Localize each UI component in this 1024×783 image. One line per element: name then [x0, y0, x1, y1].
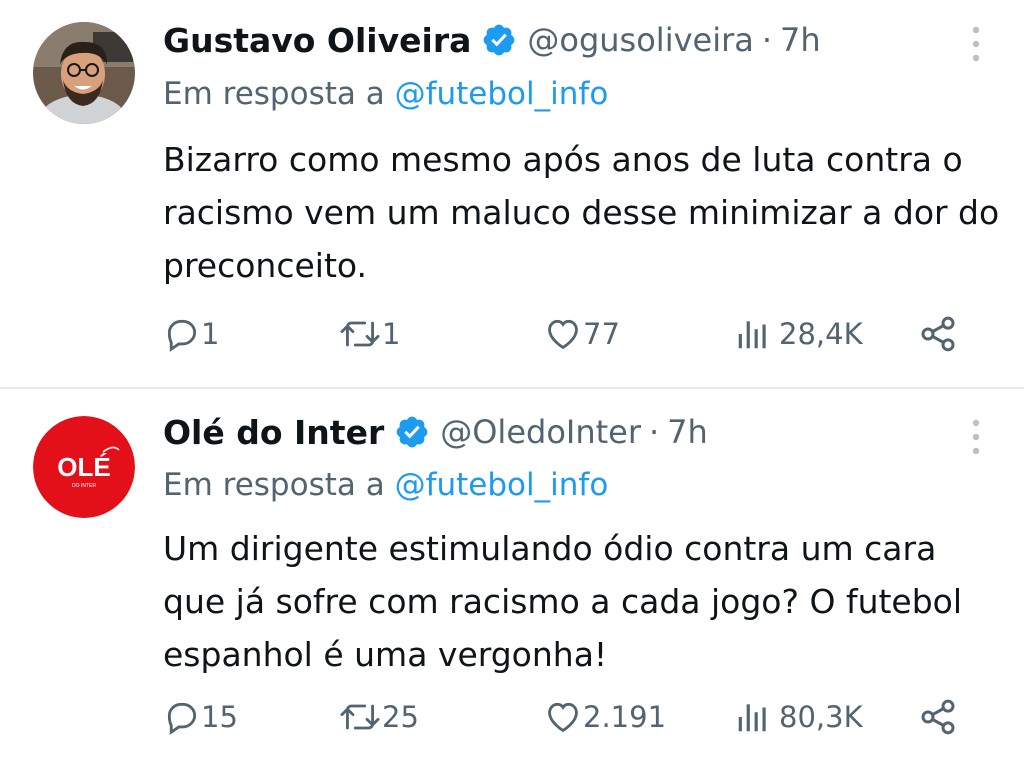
views-bar-chart-icon	[738, 321, 766, 349]
verified-badge-icon	[394, 414, 430, 450]
tweet-text: Um dirigente estimulando ódio contra um …	[163, 529, 963, 674]
ole-logo-subtext: DO INTER	[72, 483, 96, 489]
avatar[interactable]	[33, 22, 135, 124]
like-count: 77	[583, 317, 620, 351]
views-button[interactable]: 28,4K	[733, 312, 863, 356]
reply-count: 1	[201, 317, 220, 351]
share-icon	[921, 699, 955, 735]
views-count: 80,3K	[779, 700, 863, 734]
author-name[interactable]: Gustavo Oliveira	[163, 21, 471, 60]
reply-bubble-icon	[167, 319, 197, 352]
share-button[interactable]	[918, 312, 958, 356]
retweet-icon	[340, 704, 380, 730]
retweet-button[interactable]: 1	[338, 312, 400, 356]
reply-prefix: Em resposta a	[163, 76, 385, 112]
reply-context: Em resposta a @futebol_info	[163, 76, 608, 112]
tweet-1[interactable]: Gustavo Oliveira @ogusoliveira · 7h Em r…	[0, 0, 1024, 388]
ole-logo-text: OLÉ	[57, 452, 110, 482]
separator: ·	[761, 21, 773, 59]
more-vertical-icon[interactable]	[970, 24, 982, 64]
author-handle[interactable]: @ogusoliveira	[527, 21, 753, 59]
author-handle[interactable]: @OledoInter	[440, 413, 641, 451]
retweet-icon	[340, 321, 380, 347]
tweet-header: Gustavo Oliveira @ogusoliveira · 7h	[163, 18, 821, 62]
tweet-2[interactable]: OLÉ DO INTER Olé do Inter @OledoInter · …	[0, 389, 1024, 783]
reply-button[interactable]: 15	[163, 695, 238, 739]
heart-icon	[548, 319, 578, 350]
reply-mention-link[interactable]: @futebol_info	[395, 76, 609, 112]
tweet-actions: 1 1 77 28,4K	[163, 312, 963, 356]
ole-logo-icon: OLÉ DO INTER	[33, 416, 135, 518]
views-button[interactable]: 80,3K	[733, 695, 863, 739]
retweet-count: 25	[382, 700, 419, 734]
like-button[interactable]: 2.191	[543, 695, 666, 739]
reply-count: 15	[201, 700, 238, 734]
avatar[interactable]: OLÉ DO INTER	[33, 416, 135, 518]
tweet-header: Olé do Inter @OledoInter · 7h	[163, 410, 708, 454]
author-name[interactable]: Olé do Inter	[163, 413, 384, 452]
share-icon	[921, 316, 955, 352]
timestamp[interactable]: 7h	[780, 21, 821, 59]
reply-context: Em resposta a @futebol_info	[163, 467, 608, 503]
timestamp[interactable]: 7h	[667, 413, 708, 451]
reply-button[interactable]: 1	[163, 312, 219, 356]
separator: ·	[649, 413, 660, 451]
tweet-text: Bizarro como mesmo após anos de luta con…	[163, 140, 1000, 285]
profile-photo-image	[33, 22, 135, 124]
reply-mention-link[interactable]: @futebol_info	[395, 467, 609, 503]
heart-icon	[548, 702, 578, 733]
views-count: 28,4K	[779, 317, 863, 351]
retweet-count: 1	[382, 317, 401, 351]
reply-bubble-icon	[167, 702, 197, 735]
like-button[interactable]: 77	[543, 312, 620, 356]
like-count: 2.191	[583, 700, 667, 734]
tweet-actions: 15 25 2.191 80,3K	[163, 695, 963, 739]
views-bar-chart-icon	[738, 704, 766, 732]
reply-prefix: Em resposta a	[163, 467, 385, 503]
verified-badge-icon	[481, 22, 517, 58]
share-button[interactable]	[918, 695, 958, 739]
more-vertical-icon[interactable]	[970, 417, 982, 457]
retweet-button[interactable]: 25	[338, 695, 419, 739]
